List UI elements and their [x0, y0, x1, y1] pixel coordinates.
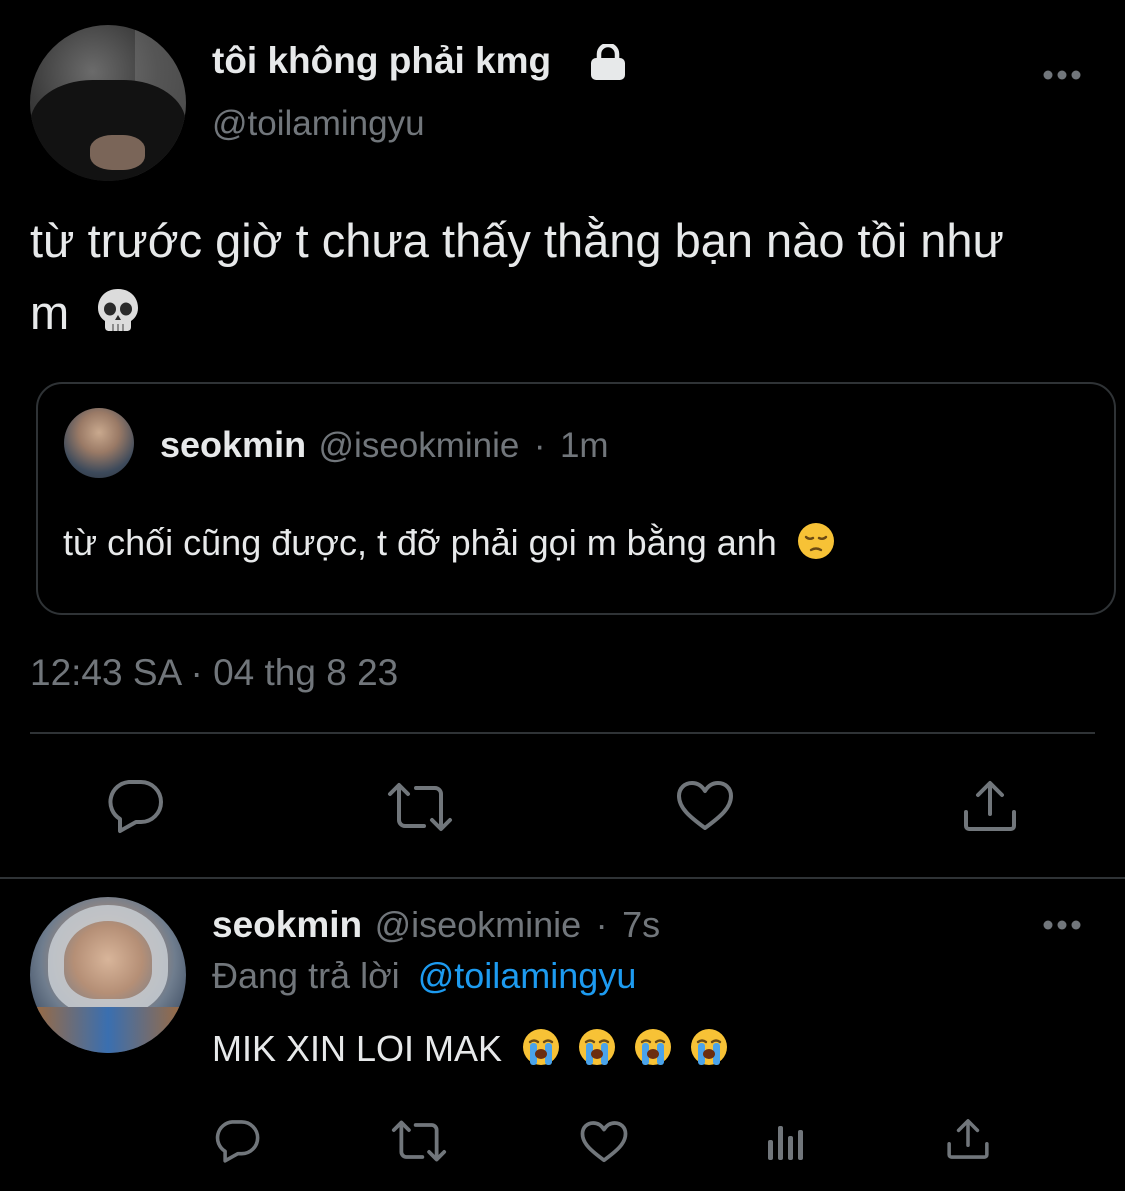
reply-header: seokmin @iseokminie · 7s [212, 904, 660, 946]
avatar-hand [90, 135, 145, 170]
main-author-handle[interactable]: @toilamingyu [212, 104, 425, 144]
reply-icon[interactable] [106, 778, 164, 834]
reply-author-avatar[interactable] [30, 897, 186, 1053]
reply-text: MIK XIN LOI MAK [212, 1028, 728, 1075]
quoted-separator: · [533, 426, 546, 465]
skull-emoji [96, 281, 140, 353]
avatar-hood [48, 905, 168, 1015]
tweet-timestamp[interactable]: 12:43 SA · 04 thg 8 23 [30, 652, 398, 694]
divider [30, 732, 1095, 734]
loudly-crying-face-emoji [634, 1028, 672, 1075]
heart-icon[interactable] [580, 1120, 628, 1164]
share-icon[interactable] [946, 1118, 990, 1160]
replying-to-line: Đang trả lời @toilamingyu [212, 955, 636, 997]
avatar-jacket [30, 1007, 186, 1053]
reply-icon[interactable] [214, 1118, 260, 1164]
main-author-display-name[interactable]: tôi không phải kmg [212, 40, 551, 82]
lock-icon [588, 42, 628, 80]
quoted-time-ago: 1m [559, 426, 609, 465]
main-author-avatar[interactable] [30, 25, 186, 181]
quoted-tweet-card[interactable] [36, 382, 1116, 615]
quoted-tweet-text-content: từ chối cũng được, t đỡ phải gọi m bằng … [63, 522, 777, 564]
quoted-tweet-text: từ chối cũng được, t đỡ phải gọi m bằng … [63, 522, 835, 569]
analytics-icon[interactable] [766, 1120, 806, 1162]
heart-icon[interactable] [676, 780, 734, 832]
quoted-author-display-name: seokmin [160, 424, 307, 465]
replying-to-label: Đang trả lời [212, 955, 400, 996]
share-icon[interactable] [962, 780, 1018, 832]
loudly-crying-face-emoji [690, 1028, 728, 1075]
loudly-crying-face-emoji [578, 1028, 616, 1075]
more-icon[interactable] [1042, 918, 1082, 932]
tweet-text-line-2: m [30, 277, 1110, 353]
reply-author-handle[interactable]: @iseokminie [375, 904, 582, 945]
divider [0, 877, 1125, 879]
pensive-face-emoji [797, 522, 835, 569]
more-icon[interactable] [1042, 68, 1082, 82]
retweet-icon[interactable] [386, 782, 454, 832]
retweet-icon[interactable] [390, 1120, 448, 1162]
quoted-author-avatar[interactable] [64, 408, 134, 478]
loudly-crying-face-emoji [522, 1028, 560, 1075]
tweet-text-line-2-text: m [30, 286, 70, 339]
replying-to-mention[interactable]: @toilamingyu [418, 955, 637, 996]
tweet-text-line-1: từ trước giờ t chưa thấy thằng bạn nào t… [30, 214, 1004, 267]
reply-time-ago[interactable]: 7s [622, 904, 660, 945]
reply-author-display-name[interactable]: seokmin [212, 904, 362, 945]
quoted-tweet-header: seokmin @iseokminie · 1m [160, 424, 609, 466]
quoted-author-handle: @iseokminie [318, 426, 520, 465]
reply-separator: · [595, 904, 608, 945]
tweet-text: từ trước giờ t chưa thấy thằng bạn nào t… [30, 205, 1110, 353]
reply-text-content: MIK XIN LOI MAK [212, 1028, 503, 1070]
